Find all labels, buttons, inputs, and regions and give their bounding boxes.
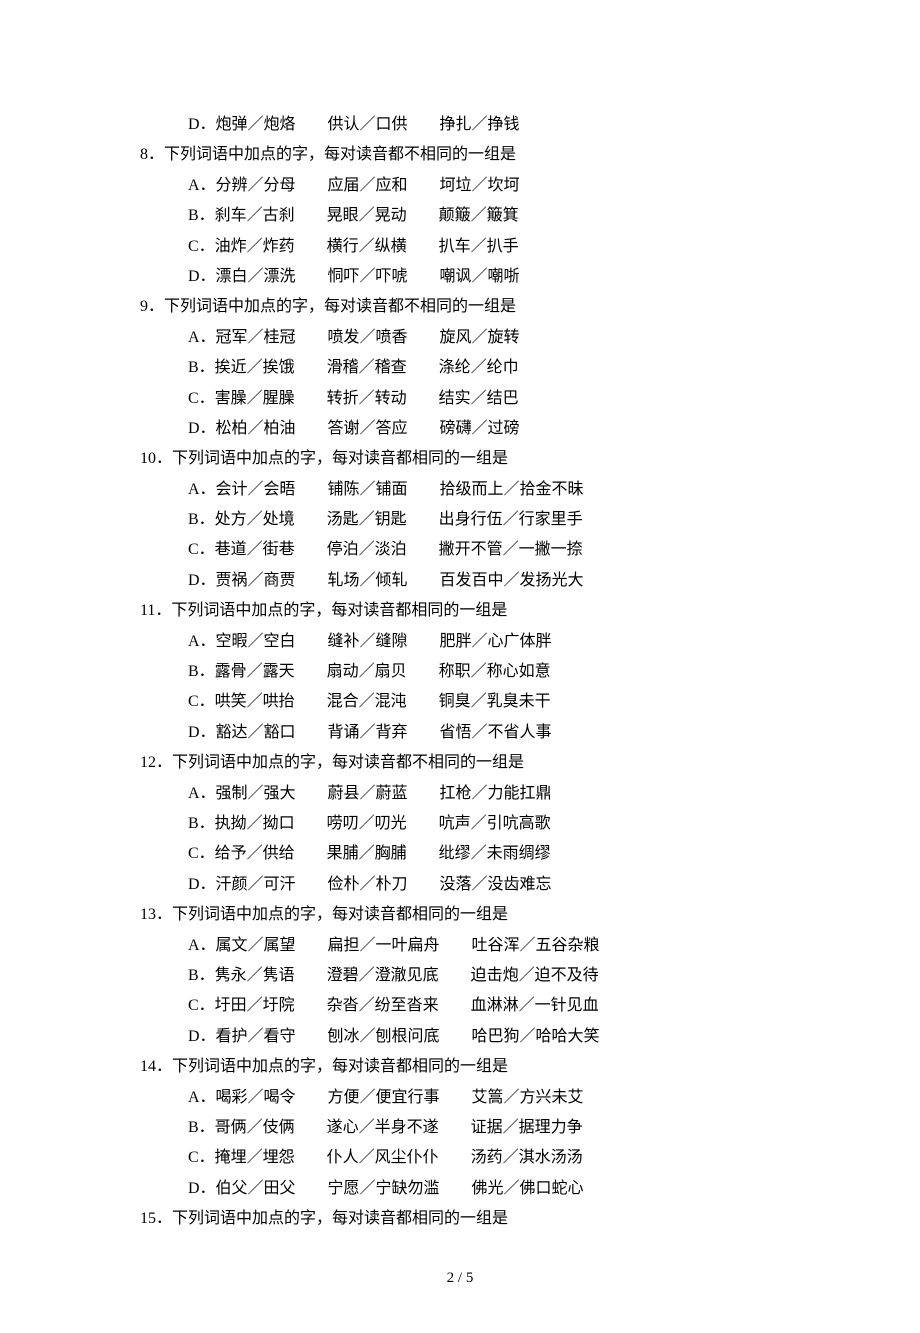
option-line: B．刹车／古刹 晃眼／晃动 颠簸／簸箕 <box>140 201 780 231</box>
option-line: C．害臊／腥臊 转折／转动 结实／结巴 <box>140 384 780 414</box>
question-line: 9．下列词语中加点的字，每对读音都不相同的一组是 <box>140 292 780 322</box>
question-line: 15．下列词语中加点的字，每对读音都相同的一组是 <box>140 1204 780 1234</box>
question-line: 13．下列词语中加点的字，每对读音都相同的一组是 <box>140 900 780 930</box>
option-line: D．漂白／漂洗 恫吓／吓唬 嘲讽／嘲哳 <box>140 262 780 292</box>
option-line: C．给予／供给 果脯／胸脯 纰缪／未雨绸缪 <box>140 839 780 869</box>
option-line: B．执拗／拗口 唠叨／叨光 吭声／引吭高歌 <box>140 809 780 839</box>
option-line: C．圩田／圩院 杂沓／纷至沓来 血淋淋／一针见血 <box>140 991 780 1021</box>
option-line: C．巷道／街巷 停泊／淡泊 撇开不管／一撇一捺 <box>140 535 780 565</box>
option-line: A．喝彩／喝令 方便／便宜行事 艾篙／方兴未艾 <box>140 1083 780 1113</box>
option-line: C．掩埋／埋怨 仆人／风尘仆仆 汤药／淇水汤汤 <box>140 1143 780 1173</box>
option-line: B．露骨／露天 扇动／扇贝 称职／称心如意 <box>140 657 780 687</box>
option-line: D．炮弹／炮烙 供认／口供 挣扎／挣钱 <box>140 110 780 140</box>
option-line: A．分辨／分母 应届／应和 坷垃／坎坷 <box>140 171 780 201</box>
option-line: D．松柏／柏油 答谢／答应 磅礴／过磅 <box>140 414 780 444</box>
question-line: 14．下列词语中加点的字，每对读音都相同的一组是 <box>140 1052 780 1082</box>
document-page: D．炮弹／炮烙 供认／口供 挣扎／挣钱8．下列词语中加点的字，每对读音都不相同的… <box>0 0 920 1333</box>
content-body: D．炮弹／炮烙 供认／口供 挣扎／挣钱8．下列词语中加点的字，每对读音都不相同的… <box>140 110 780 1234</box>
option-line: A．空暇／空白 缝补／缝隙 肥胖／心广体胖 <box>140 627 780 657</box>
option-line: A．会计／会晤 铺陈／铺面 拾级而上／拾金不昧 <box>140 475 780 505</box>
option-line: D．汗颜／可汗 俭朴／朴刀 没落／没齿难忘 <box>140 870 780 900</box>
option-line: B．哥俩／伎俩 遂心／半身不遂 证据／据理力争 <box>140 1113 780 1143</box>
option-line: D．看护／看守 刨冰／刨根问底 哈巴狗／哈哈大笑 <box>140 1022 780 1052</box>
option-line: C．油炸／炸药 横行／纵横 扒车／扒手 <box>140 232 780 262</box>
page-number: 2 / 5 <box>140 1264 780 1293</box>
option-line: D．伯父／田父 宁愿／宁缺勿滥 佛光／佛口蛇心 <box>140 1174 780 1204</box>
option-line: D．贾祸／商贾 轧场／倾轧 百发百中／发扬光大 <box>140 566 780 596</box>
option-line: D．豁达／豁口 背诵／背弃 省悟／不省人事 <box>140 718 780 748</box>
question-line: 12．下列词语中加点的字，每对读音都不相同的一组是 <box>140 748 780 778</box>
option-line: A．强制／强大 蔚县／蔚蓝 扛枪／力能扛鼎 <box>140 779 780 809</box>
option-line: A．冠军／桂冠 喷发／喷香 旋风／旋转 <box>140 323 780 353</box>
option-line: A．属文／属望 扁担／一叶扁舟 吐谷浑／五谷杂粮 <box>140 931 780 961</box>
question-line: 11．下列词语中加点的字，每对读音都相同的一组是 <box>140 596 780 626</box>
option-line: C．哄笑／哄抬 混合／混沌 铜臭／乳臭未干 <box>140 687 780 717</box>
option-line: B．挨近／挨饿 滑稽／稽查 涤纶／纶巾 <box>140 353 780 383</box>
option-line: B．隽永／隽语 澄碧／澄澈见底 迫击炮／迫不及待 <box>140 961 780 991</box>
question-line: 10．下列词语中加点的字，每对读音都相同的一组是 <box>140 444 780 474</box>
option-line: B．处方／处境 汤匙／钥匙 出身行伍／行家里手 <box>140 505 780 535</box>
question-line: 8．下列词语中加点的字，每对读音都不相同的一组是 <box>140 140 780 170</box>
